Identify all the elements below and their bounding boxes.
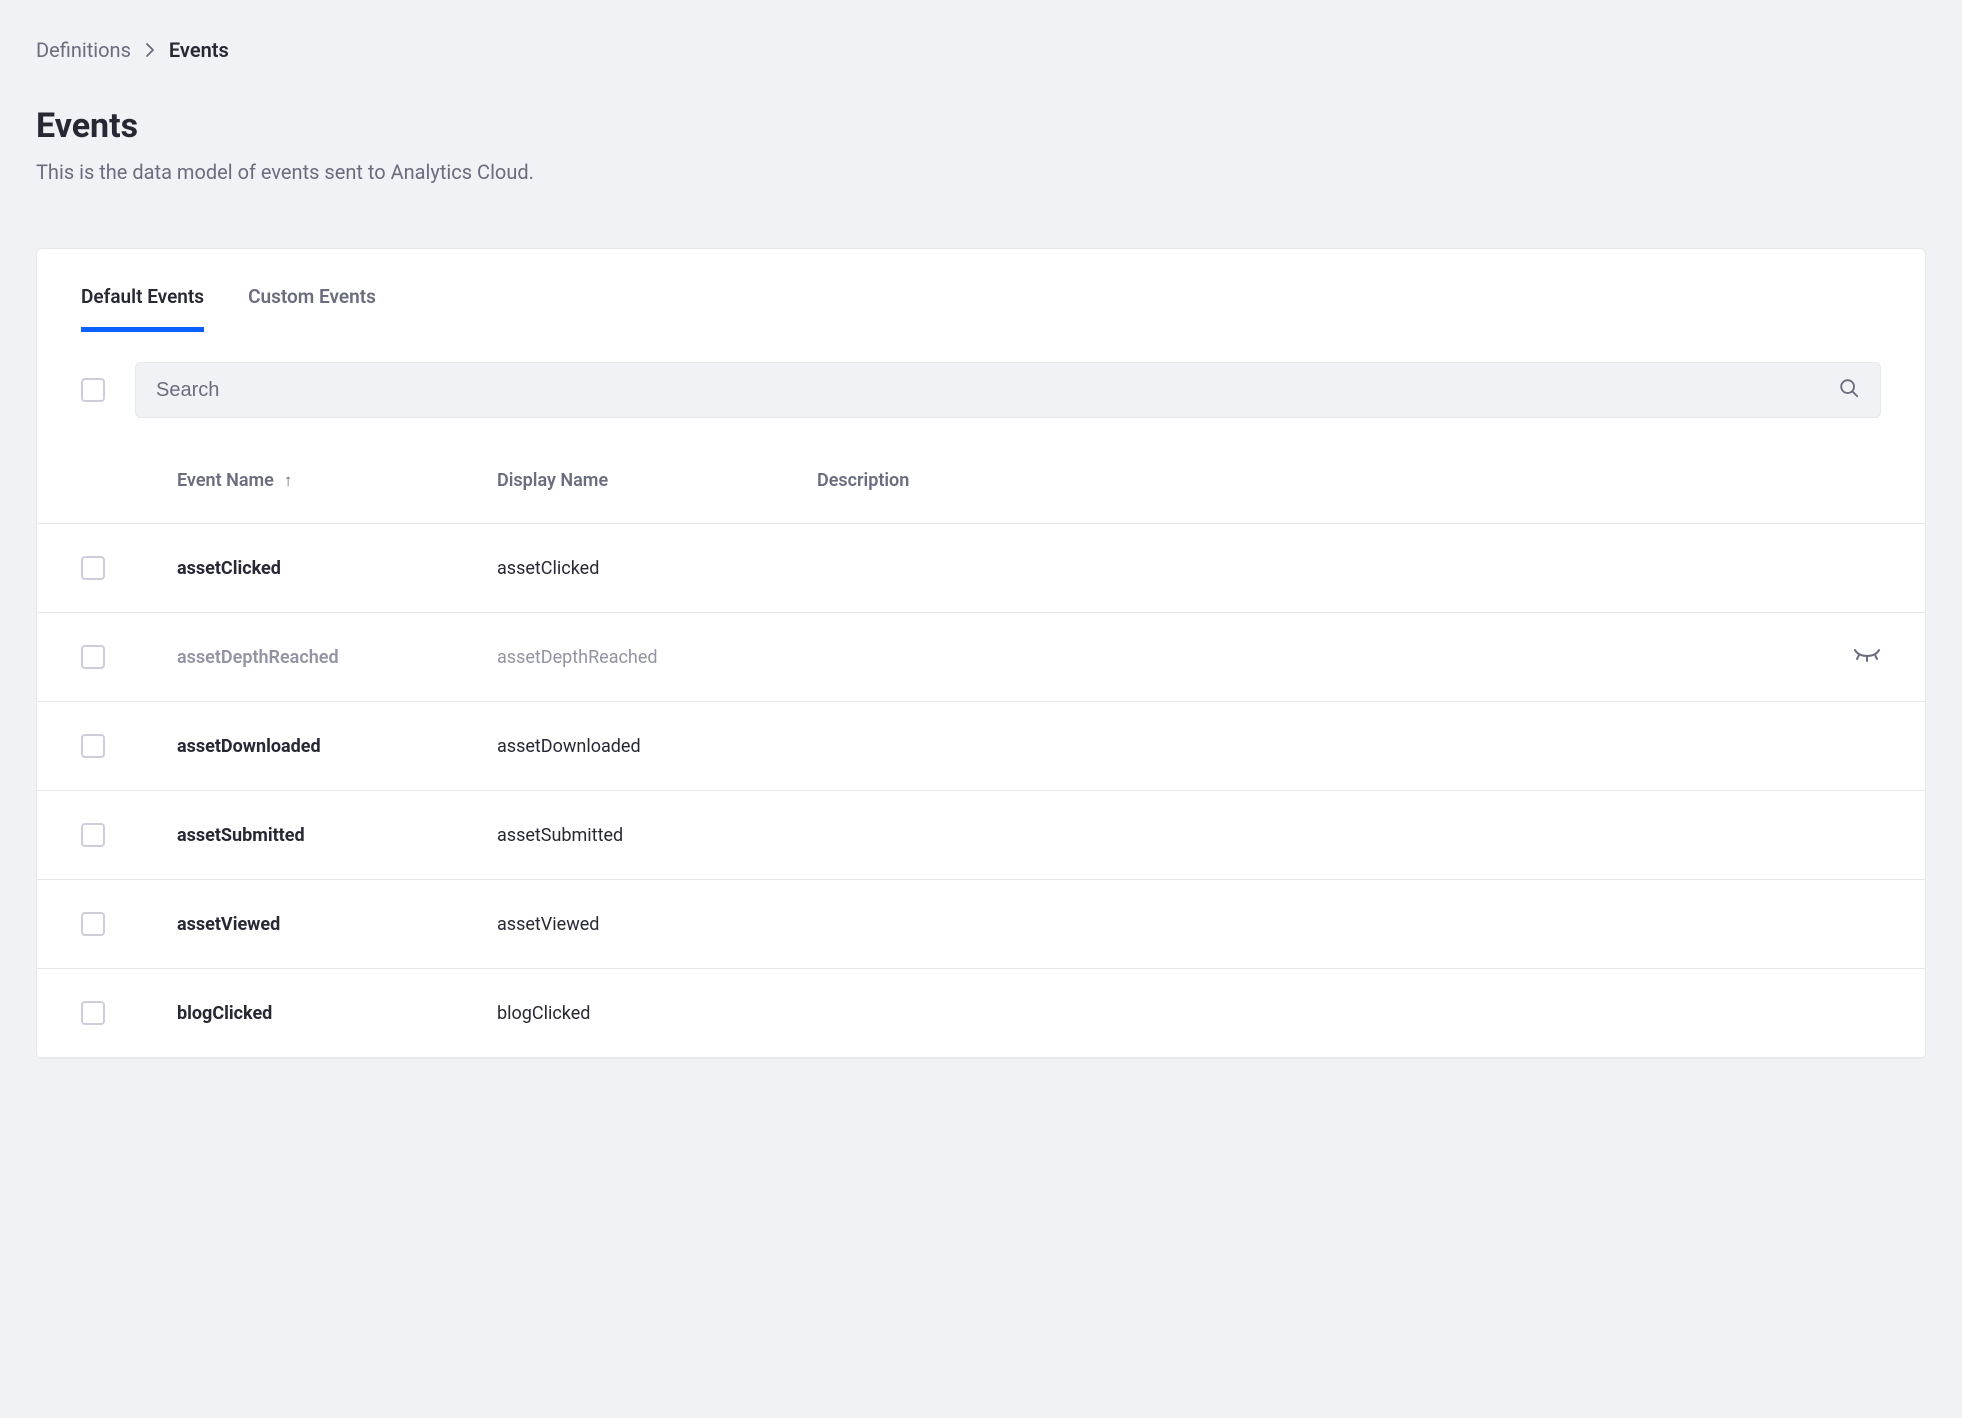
breadcrumb-parent-link[interactable]: Definitions: [36, 38, 131, 62]
hidden-icon: [1853, 646, 1881, 669]
table-row[interactable]: assetDownloadedassetDownloaded: [37, 702, 1925, 791]
display-name-cell: assetDownloaded: [497, 736, 817, 757]
tab-default-events[interactable]: Default Events: [81, 285, 204, 332]
event-name-cell: assetViewed: [177, 914, 497, 935]
event-name-cell: assetDownloaded: [177, 736, 497, 757]
events-card: Default Events Custom Events Event Name …: [36, 248, 1926, 1059]
row-checkbox[interactable]: [81, 645, 105, 669]
tabs: Default Events Custom Events: [37, 249, 1925, 332]
table-row[interactable]: assetViewedassetViewed: [37, 880, 1925, 969]
page-subtitle: This is the data model of events sent to…: [36, 160, 1926, 184]
page-title: Events: [36, 106, 1926, 146]
column-description[interactable]: Description: [817, 470, 1821, 491]
row-checkbox[interactable]: [81, 734, 105, 758]
display-name-cell: assetClicked: [497, 558, 817, 579]
row-checkbox[interactable]: [81, 912, 105, 936]
breadcrumb: Definitions Events: [36, 38, 1926, 62]
table-row[interactable]: assetSubmittedassetSubmitted: [37, 791, 1925, 880]
column-event-name-label: Event Name: [177, 470, 274, 491]
row-checkbox[interactable]: [81, 556, 105, 580]
event-name-cell: assetDepthReached: [177, 647, 497, 668]
search-input[interactable]: [156, 379, 1838, 402]
search-icon[interactable]: [1838, 377, 1860, 403]
display-name-cell: assetSubmitted: [497, 825, 817, 846]
display-name-cell: blogClicked: [497, 1003, 817, 1024]
select-all-checkbox[interactable]: [81, 378, 105, 402]
column-display-name[interactable]: Display Name: [497, 470, 817, 491]
search-box: [135, 362, 1881, 418]
row-checkbox[interactable]: [81, 823, 105, 847]
table-header: Event Name ↑ Display Name Description: [37, 418, 1925, 524]
display-name-cell: assetViewed: [497, 914, 817, 935]
display-name-cell: assetDepthReached: [497, 647, 817, 668]
column-event-name[interactable]: Event Name ↑: [177, 470, 497, 491]
table-row[interactable]: blogClickedblogClicked: [37, 969, 1925, 1058]
event-name-cell: assetSubmitted: [177, 825, 497, 846]
tab-custom-events[interactable]: Custom Events: [248, 285, 376, 332]
event-name-cell: blogClicked: [177, 1003, 497, 1024]
breadcrumb-current: Events: [169, 38, 229, 62]
search-row: [37, 332, 1925, 418]
sort-ascending-icon: ↑: [284, 471, 293, 491]
chevron-right-icon: [145, 38, 155, 62]
event-name-cell: assetClicked: [177, 558, 497, 579]
table-row[interactable]: assetDepthReachedassetDepthReached: [37, 613, 1925, 702]
row-checkbox[interactable]: [81, 1001, 105, 1025]
table-body: assetClickedassetClickedassetDepthReache…: [37, 524, 1925, 1058]
table-row[interactable]: assetClickedassetClicked: [37, 524, 1925, 613]
